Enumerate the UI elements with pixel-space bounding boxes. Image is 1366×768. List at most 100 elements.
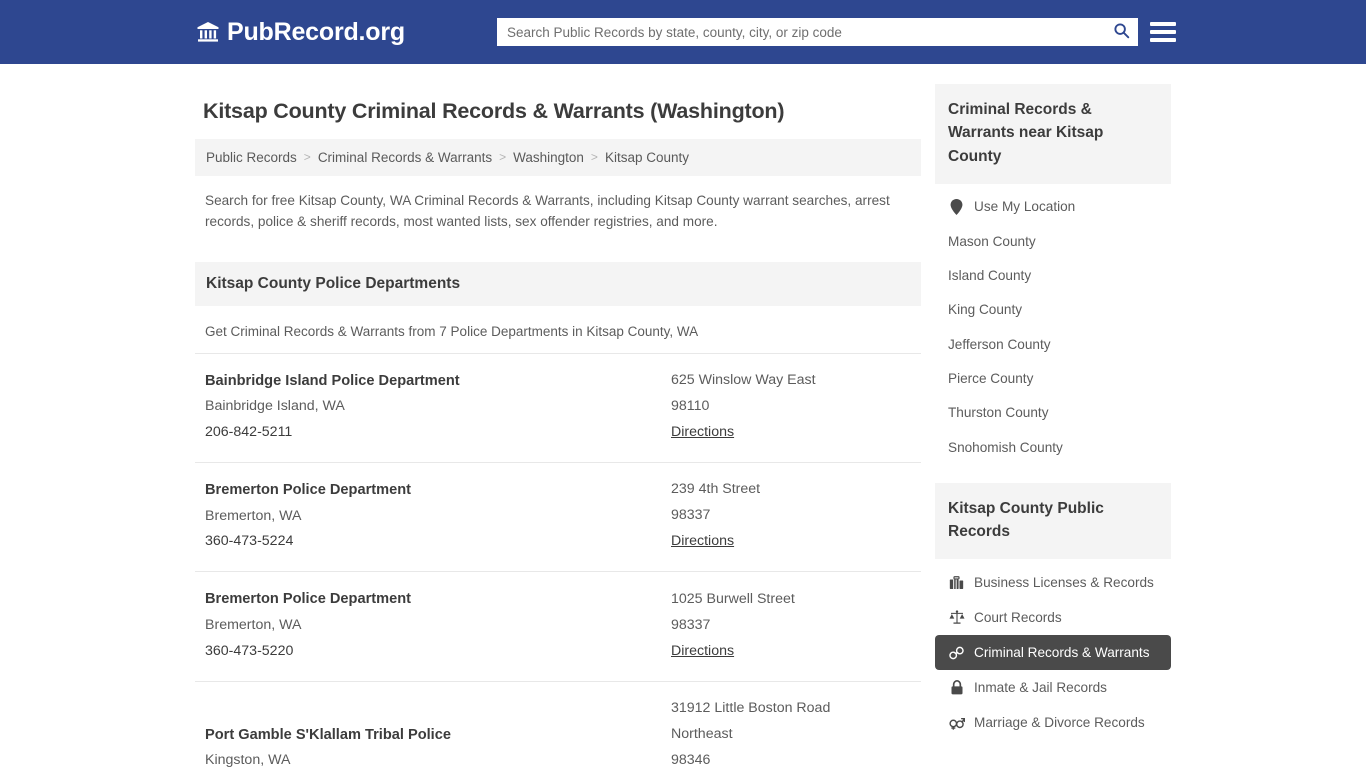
sidebar-item-business-licenses[interactable]: Business Licenses & Records: [935, 565, 1171, 600]
hamburger-bar: [1150, 38, 1176, 42]
page-title: Kitsap County Criminal Records & Warrant…: [203, 99, 785, 123]
sidebar-item-label: Mason County: [948, 233, 1036, 249]
section-subheading: Get Criminal Records & Warrants from 7 P…: [205, 324, 699, 339]
sidebar-item-marriage-divorce-records[interactable]: Marriage & Divorce Records: [935, 705, 1171, 740]
listing-city: Bainbridge Island, WA: [205, 398, 345, 415]
listing-zip: 98337: [671, 507, 711, 524]
sidebar-item-label: Thurston County: [948, 405, 1049, 421]
listing-name: Port Gamble S'Klallam Tribal Police: [205, 726, 451, 743]
page-body: Kitsap County Criminal Records & Warrant…: [0, 64, 1366, 768]
sidebar-item-label: Snohomish County: [948, 439, 1063, 455]
sidebar-item-jefferson-county[interactable]: Jefferson County: [935, 328, 1171, 362]
listing-row: Port Gamble S'Klallam Tribal Police King…: [195, 680, 921, 768]
breadcrumb-separator: >: [499, 150, 507, 165]
breadcrumb-separator: >: [590, 150, 598, 165]
listing-zip: 98337: [671, 616, 711, 633]
listing-phone[interactable]: 360-473-5220: [205, 639, 671, 665]
listing-address: 31912 Little Boston Road: [671, 699, 831, 716]
sidebar-item-pierce-county[interactable]: Pierce County: [935, 362, 1171, 396]
gender-symbols-icon: [948, 714, 965, 731]
breadcrumb-separator: >: [303, 150, 311, 165]
listing-right: 625 Winslow Way East 98110 Directions: [671, 368, 911, 446]
hamburger-bar: [1150, 30, 1176, 34]
sidebar-item-label: Pierce County: [948, 371, 1034, 386]
sidebar-item-court-records[interactable]: Court Records: [935, 600, 1171, 635]
listing-right: 31912 Little Boston Road Northeast 98346…: [671, 696, 911, 768]
bank-building-icon: [196, 20, 220, 44]
listing-city: Bremerton, WA: [205, 616, 302, 633]
breadcrumb-item-criminal-records[interactable]: Criminal Records & Warrants: [318, 150, 492, 165]
search-icon: [1113, 22, 1130, 42]
listing-left: Bremerton Police Department Bremerton, W…: [205, 586, 671, 664]
sidebar-records-block: Kitsap County Public Records Business Li…: [935, 482, 1171, 741]
listing-directions-link[interactable]: Directions: [671, 420, 734, 446]
page-intro-text: Search for free Kitsap County, WA Crimin…: [205, 192, 890, 229]
sidebar-item-label: Court Records: [974, 609, 1062, 625]
breadcrumb: Public Records > Criminal Records & Warr…: [195, 138, 921, 176]
site-logo[interactable]: PubRecord.org: [196, 18, 405, 47]
search-button[interactable]: [1104, 18, 1138, 46]
sidebar-item-label: Use My Location: [974, 199, 1076, 215]
sidebar-item-label: King County: [948, 302, 1023, 318]
content-container: Kitsap County Criminal Records & Warrant…: [195, 84, 1171, 768]
listing-name: Bainbridge Island Police Department: [205, 373, 460, 389]
sidebar-nearby-heading: Criminal Records & Warrants near Kitsap …: [935, 84, 1171, 184]
sidebar-records-heading: Kitsap County Public Records: [935, 482, 1171, 560]
sidebar: Criminal Records & Warrants near Kitsap …: [935, 84, 1171, 740]
listing-address: 1025 Burwell Street: [671, 590, 795, 607]
breadcrumb-item-washington[interactable]: Washington: [513, 150, 584, 165]
sidebar-item-label: Business Licenses & Records: [974, 574, 1154, 590]
listing-row: Bainbridge Island Police Department Bain…: [195, 353, 921, 462]
listing-left: Bremerton Police Department Bremerton, W…: [205, 477, 671, 555]
listing-address: 239 4th Street: [671, 481, 761, 498]
hamburger-bar: [1150, 22, 1176, 26]
listing-phone[interactable]: 360-473-5224: [205, 529, 671, 555]
sidebar-item-island-county[interactable]: Island County: [935, 259, 1171, 293]
search-bar: [497, 18, 1138, 46]
main-column: Kitsap County Criminal Records & Warrant…: [195, 84, 921, 768]
site-logo-text: PubRecord.org: [227, 17, 405, 46]
sidebar-item-label: Island County: [948, 268, 1032, 284]
listing-right: 239 4th Street 98337 Directions: [671, 477, 911, 555]
listing-phone[interactable]: 206-842-5211: [205, 420, 671, 446]
listing-row: Bremerton Police Department Bremerton, W…: [195, 571, 921, 680]
sidebar-item-label: Marriage & Divorce Records: [974, 714, 1145, 730]
search-input[interactable]: [497, 18, 1104, 46]
map-pin-icon: [948, 199, 965, 216]
listing-city: Bremerton, WA: [205, 507, 302, 524]
hamburger-menu-icon[interactable]: [1150, 19, 1176, 45]
site-header: PubRecord.org: [0, 0, 1366, 64]
sidebar-records-list: Business Licenses & Records Court Record…: [935, 559, 1171, 740]
listing-left: Bainbridge Island Police Department Bain…: [205, 368, 671, 446]
sidebar-item-criminal-records-warrants[interactable]: Criminal Records & Warrants: [935, 635, 1171, 671]
listing-directions-link[interactable]: Directions: [671, 639, 734, 665]
sidebar-item-label: Criminal Records & Warrants: [974, 644, 1150, 660]
briefcase-icon: [948, 574, 965, 591]
listing-left: Port Gamble S'Klallam Tribal Police King…: [205, 722, 671, 768]
scales-of-justice-icon: [948, 609, 965, 626]
listing-directions-link[interactable]: Directions: [671, 529, 734, 555]
listing-name: Bremerton Police Department: [205, 482, 411, 499]
listing-city: Kingston, WA: [205, 751, 291, 768]
breadcrumb-item-public-records[interactable]: Public Records: [206, 150, 297, 165]
listing-name: Bremerton Police Department: [205, 591, 411, 608]
listing-address: 625 Winslow Way East: [671, 372, 816, 389]
sidebar-nearby-list: Use My Location Mason County Island Coun…: [935, 184, 1171, 465]
sidebar-item-label: Jefferson County: [948, 336, 1051, 352]
sidebar-item-king-county[interactable]: King County: [935, 293, 1171, 327]
listing-zip: 98110: [671, 398, 710, 415]
listing-row: Bremerton Police Department Bremerton, W…: [195, 462, 921, 571]
sidebar-item-snohomish-county[interactable]: Snohomish County: [935, 431, 1171, 465]
sidebar-item-mason-county[interactable]: Mason County: [935, 225, 1171, 259]
sidebar-item-label: Inmate & Jail Records: [974, 679, 1107, 695]
section-heading: Kitsap County Police Departments: [195, 262, 921, 306]
breadcrumb-item-kitsap-county[interactable]: Kitsap County: [605, 150, 689, 165]
listing-right: 1025 Burwell Street 98337 Directions: [671, 587, 911, 665]
sidebar-item-inmate-jail-records[interactable]: Inmate & Jail Records: [935, 670, 1171, 705]
sidebar-item-use-my-location[interactable]: Use My Location: [935, 190, 1171, 225]
sidebar-item-thurston-county[interactable]: Thurston County: [935, 396, 1171, 430]
listing-address-line2: Northeast: [671, 725, 733, 742]
lock-icon: [948, 679, 965, 696]
listing-zip: 98346: [671, 751, 711, 768]
handcuffs-icon: [948, 644, 965, 661]
